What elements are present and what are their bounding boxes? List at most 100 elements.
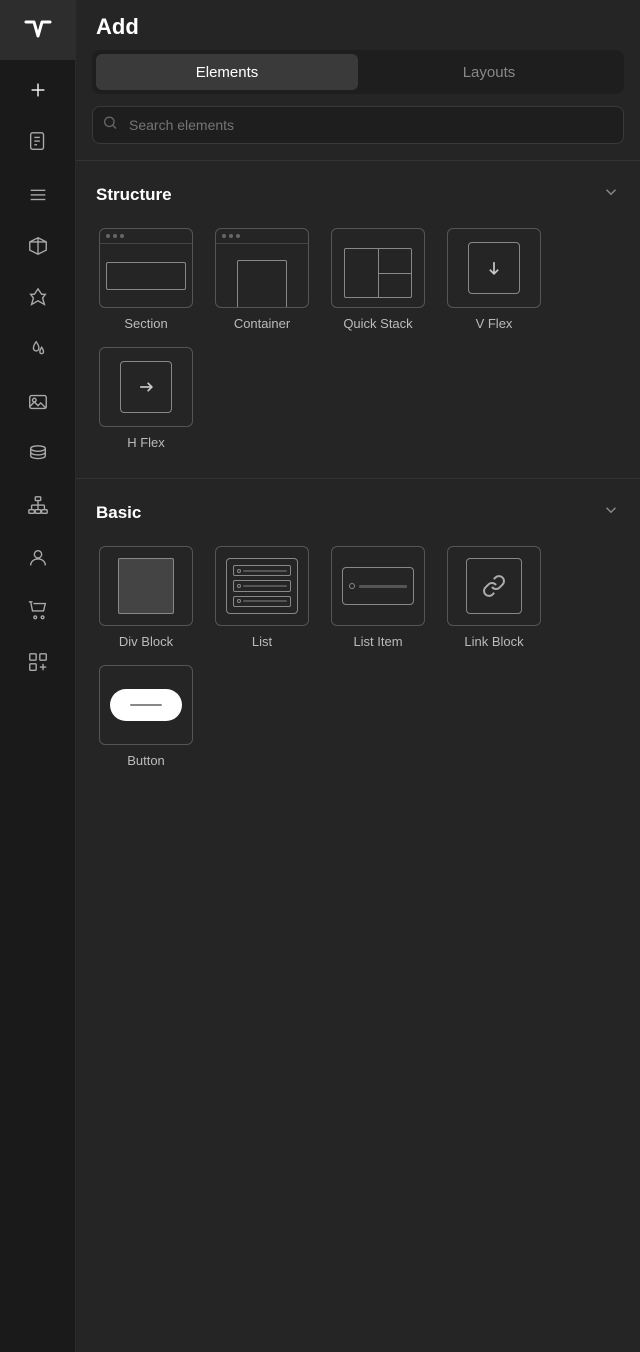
basic-section-title: Basic — [96, 503, 141, 523]
button-inner — [110, 689, 182, 721]
list-row-3 — [233, 596, 291, 607]
basic-section-header: Basic — [76, 487, 640, 534]
element-div-block[interactable]: Div Block — [92, 542, 200, 653]
qstack-top — [379, 249, 412, 274]
container-icon-box — [215, 228, 309, 308]
element-v-flex[interactable]: V Flex — [440, 224, 548, 335]
list-row-1 — [233, 565, 291, 576]
sidebar-item-images[interactable] — [16, 380, 60, 424]
qstack-inner — [344, 248, 412, 298]
search-icon — [102, 115, 118, 136]
list-item-dot — [349, 583, 355, 589]
sitemap-icon — [27, 495, 49, 517]
list-dot-2 — [237, 584, 241, 588]
structure-section-title: Structure — [96, 185, 172, 205]
database-icon — [27, 443, 49, 465]
sidebar-item-cms[interactable] — [16, 432, 60, 476]
basic-chevron-icon[interactable] — [602, 501, 620, 524]
element-list-item-label: List Item — [353, 634, 402, 649]
list-row-2 — [233, 580, 291, 591]
list-line-3 — [243, 600, 287, 602]
container-rect — [237, 260, 287, 308]
element-container[interactable]: Container — [208, 224, 316, 335]
sidebar-item-users[interactable] — [16, 536, 60, 580]
app-logo[interactable] — [0, 0, 76, 60]
element-v-flex-label: V Flex — [476, 316, 513, 331]
cart-icon — [27, 599, 49, 621]
list-item-icon-box — [331, 546, 425, 626]
cube-icon — [27, 235, 49, 257]
section-icon-box — [99, 228, 193, 308]
list-line-1 — [243, 570, 287, 572]
search-container — [92, 106, 624, 144]
arrow-box-h — [120, 361, 172, 413]
list-dot-1 — [237, 569, 241, 573]
qstack-right — [379, 249, 412, 297]
arrow-box-v — [468, 242, 520, 294]
section-rect — [106, 262, 186, 290]
v-flex-icon-box — [447, 228, 541, 308]
chrome-dot-4 — [222, 234, 226, 238]
div-block-rect — [118, 558, 174, 614]
tab-layouts[interactable]: Layouts — [358, 54, 620, 90]
plus-icon — [27, 79, 49, 101]
sidebar-item-navigator[interactable] — [16, 172, 60, 216]
list-line-2 — [243, 585, 287, 587]
list-item-line — [359, 585, 407, 588]
menu-icon — [27, 183, 49, 205]
list-icon-box — [215, 546, 309, 626]
h-flex-icon-box — [99, 347, 193, 427]
element-div-block-label: Div Block — [119, 634, 173, 649]
element-section[interactable]: Section — [92, 224, 200, 335]
search-input[interactable] — [92, 106, 624, 144]
list-dot-3 — [237, 599, 241, 603]
element-quick-stack-label: Quick Stack — [343, 316, 412, 331]
qstack-left — [345, 249, 379, 297]
element-link-block[interactable]: Link Block — [440, 542, 548, 653]
sidebar-item-component-library[interactable] — [16, 640, 60, 684]
logo-icon — [22, 14, 54, 46]
list-icon-inner — [226, 558, 298, 614]
link-block-icon-box — [447, 546, 541, 626]
element-h-flex[interactable]: H Flex — [92, 343, 200, 454]
chrome-dot-1 — [106, 234, 110, 238]
sidebar-item-styles[interactable] — [16, 276, 60, 320]
element-link-block-label: Link Block — [464, 634, 523, 649]
structure-elements-grid: Section Container — [76, 216, 640, 470]
chrome-dot-2 — [113, 234, 117, 238]
sidebar-item-add[interactable] — [16, 68, 60, 112]
tab-elements[interactable]: Elements — [96, 54, 358, 90]
main-panel: Add Elements Layouts Structure — [76, 0, 640, 1352]
panel-title: Add — [96, 14, 139, 40]
button-icon-box — [99, 665, 193, 745]
tab-switcher: Elements Layouts — [92, 50, 624, 94]
quick-stack-icon-box — [331, 228, 425, 308]
sidebar-item-pages[interactable] — [16, 120, 60, 164]
element-quick-stack[interactable]: Quick Stack — [324, 224, 432, 335]
basic-elements-grid: Div Block — [76, 534, 640, 788]
structure-chevron-icon[interactable] — [602, 183, 620, 206]
element-list[interactable]: List — [208, 542, 316, 653]
chrome-dot-3 — [120, 234, 124, 238]
sidebar-item-sitemap[interactable] — [16, 484, 60, 528]
element-button-label: Button — [127, 753, 165, 768]
chrome-dot-5 — [229, 234, 233, 238]
user-icon — [27, 547, 49, 569]
image-icon — [27, 391, 49, 413]
page-icon — [27, 131, 49, 153]
sidebar-item-ecommerce[interactable] — [16, 588, 60, 632]
sidebar — [0, 0, 76, 1352]
divider-1 — [76, 160, 640, 161]
element-button[interactable]: Button — [92, 661, 200, 772]
element-list-item[interactable]: List Item — [324, 542, 432, 653]
divider-2 — [76, 478, 640, 479]
link-icon — [482, 574, 506, 598]
qstack-bottom — [379, 274, 412, 298]
styles-icon — [27, 287, 49, 309]
drops-icon — [27, 339, 49, 361]
panel-header: Add — [76, 0, 640, 50]
button-inner-line — [130, 704, 162, 707]
element-container-label: Container — [234, 316, 290, 331]
sidebar-item-assets[interactable] — [16, 328, 60, 372]
sidebar-item-components[interactable] — [16, 224, 60, 268]
